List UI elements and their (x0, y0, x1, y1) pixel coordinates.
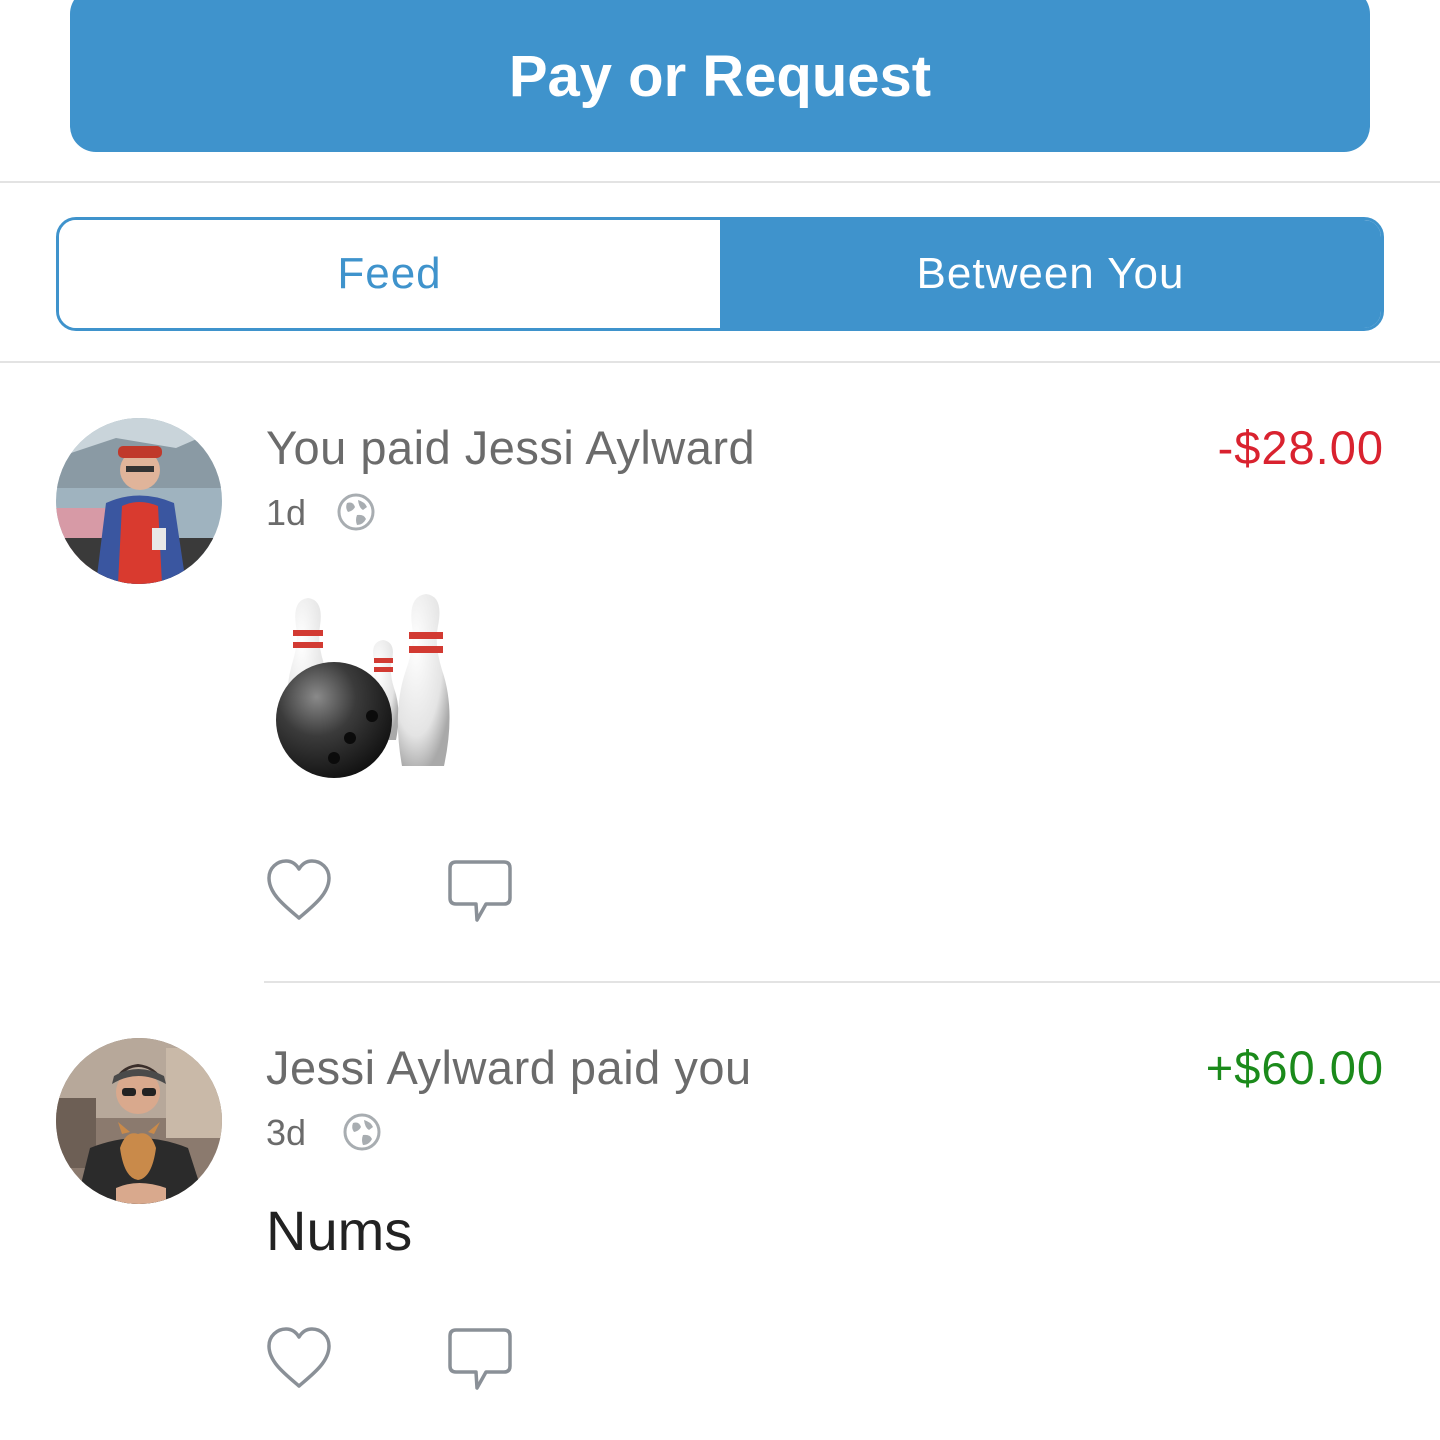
tab-between-you[interactable]: Between You (720, 220, 1381, 328)
like-heart-icon[interactable] (265, 858, 333, 922)
header-divider (0, 181, 1440, 183)
avatar-photo (56, 1038, 222, 1204)
avatar[interactable] (56, 1038, 222, 1204)
avatar-photo (56, 418, 222, 584)
tab-feed[interactable]: Feed (59, 220, 720, 328)
tabs-divider (0, 361, 1440, 363)
story-amount: -$28.00 (1217, 421, 1384, 474)
story-title[interactable]: You paid Jessi Aylward (266, 420, 755, 475)
story-note: Nums (266, 1199, 413, 1262)
story-divider (264, 981, 1440, 983)
feed-segmented-control: Feed Between You (56, 217, 1384, 331)
comment-icon[interactable] (446, 1326, 514, 1390)
like-heart-icon[interactable] (265, 1326, 333, 1390)
story-amount: +$60.00 (1205, 1041, 1384, 1094)
comment-icon[interactable] (446, 858, 514, 922)
pay-or-request-button[interactable]: Pay or Request (70, 0, 1370, 152)
story-time: 1d (266, 492, 307, 533)
globe-icon (337, 493, 375, 531)
globe-icon (343, 1113, 381, 1151)
bowling-icon (276, 594, 450, 778)
avatar[interactable] (56, 418, 222, 584)
story-title[interactable]: Jessi Aylward paid you (266, 1040, 752, 1095)
story-time: 3d (266, 1112, 307, 1153)
